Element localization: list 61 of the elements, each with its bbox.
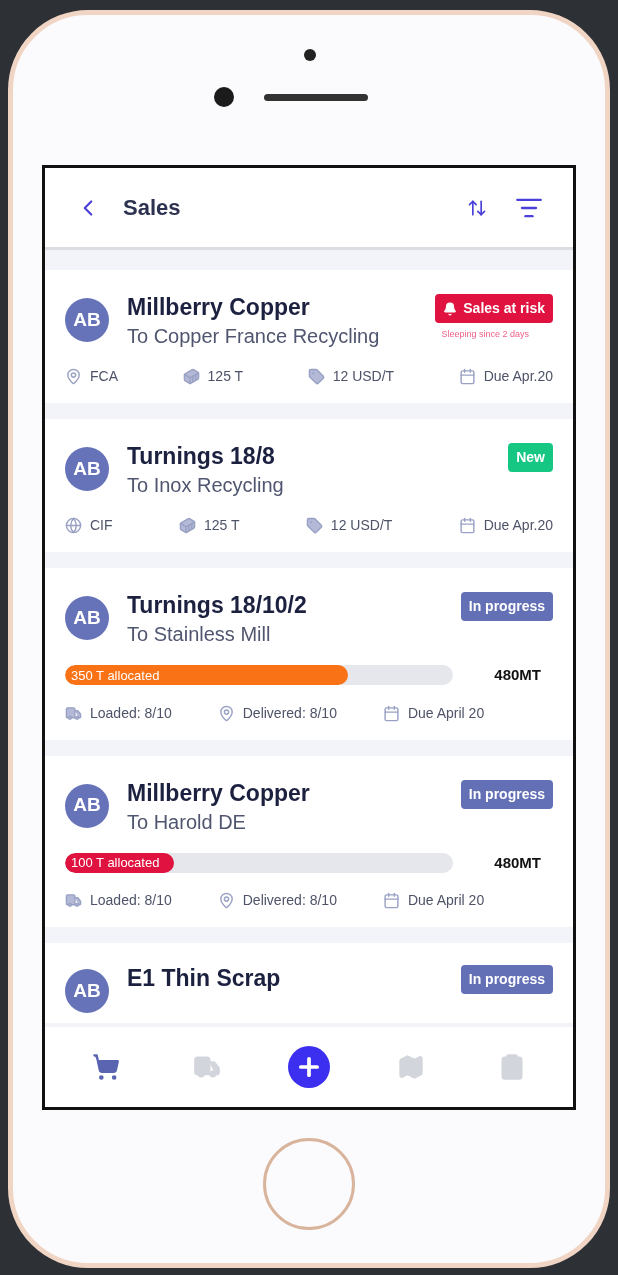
status-badge: In progress bbox=[460, 779, 553, 809]
meta-text: Due April 20 bbox=[407, 703, 485, 723]
sale-card[interactable]: AB E1 Thin Scrap In progress bbox=[45, 943, 573, 1023]
card-title: Millberry Copper bbox=[127, 778, 311, 808]
pin-icon bbox=[65, 368, 82, 385]
calendar-icon bbox=[382, 892, 400, 909]
calendar-icon bbox=[458, 368, 476, 385]
meta-text: 125 T bbox=[207, 367, 244, 386]
total-amount: 480MT bbox=[493, 665, 542, 685]
card-subtitle: To Stainless Mill bbox=[127, 622, 272, 647]
meta-text: 12 USD/T bbox=[330, 516, 393, 535]
card-title: Turnings 18/10/2 bbox=[127, 591, 308, 620]
meta-text: CIF bbox=[90, 516, 113, 535]
avatar: AB bbox=[65, 298, 109, 342]
meta-text: 125 T bbox=[203, 516, 240, 535]
page-title: Sales bbox=[123, 194, 181, 222]
pin-icon bbox=[217, 892, 235, 909]
total-amount: 480MT bbox=[493, 852, 542, 873]
calendar-icon bbox=[458, 517, 476, 534]
tag-icon bbox=[307, 368, 325, 385]
avatar: AB bbox=[65, 447, 109, 491]
truck-icon bbox=[65, 704, 82, 722]
meta-text: Delivered: 8/10 bbox=[242, 703, 337, 723]
globe-icon bbox=[65, 517, 82, 534]
avatar: AB bbox=[65, 596, 109, 640]
container-icon bbox=[178, 517, 196, 534]
avatar: AB bbox=[65, 969, 109, 1013]
card-subtitle: To Harold DE bbox=[127, 809, 247, 835]
container-icon bbox=[182, 368, 200, 385]
sale-card[interactable]: AB Turnings 18/10/2 To Stainless Mill In progress 350 T allocated 480MT Loaded: 8/10 Delivered: 8/10 Due April 20 bbox=[45, 568, 573, 740]
card-subtitle: To Copper France Recycling bbox=[127, 324, 381, 349]
meta-text: Loaded: 8/10 bbox=[90, 891, 172, 910]
pin-icon bbox=[217, 704, 235, 722]
meta-text: Due Apr.20 bbox=[483, 367, 553, 386]
tag-icon bbox=[305, 517, 323, 534]
sale-card[interactable]: AB Millberry Copper To Harold DE In progress 100 T allocated 480MT Loaded: 8/10 Delivered: 8/10 Due April 20 bbox=[45, 755, 573, 927]
card-subtitle: To Inox Recycling bbox=[127, 473, 285, 498]
bell-icon bbox=[443, 301, 458, 316]
card-title: Millberry Copper bbox=[127, 293, 311, 322]
status-note: Sleeping since 2 days bbox=[441, 328, 529, 341]
add-button[interactable] bbox=[288, 1046, 330, 1088]
calendar-icon bbox=[382, 704, 400, 722]
sale-card[interactable]: AB Millberry Copper To Copper France Recycling Sales at risk Sleeping since 2 days FCA 125 T 12 USD/T Due Apr.20 bbox=[45, 270, 573, 403]
status-badge: Sales at risk bbox=[435, 294, 553, 323]
card-title: E1 Thin Scrap bbox=[127, 964, 282, 993]
sale-card[interactable]: AB Turnings 18/8 To Inox Recycling New CIF 125 T 12 USD/T Due Apr.20 bbox=[45, 419, 573, 552]
meta-text: 12 USD/T bbox=[332, 367, 395, 386]
meta-text: Loaded: 8/10 bbox=[90, 703, 172, 723]
meta-text: FCA bbox=[90, 367, 118, 386]
meta-text: Due April 20 bbox=[407, 891, 485, 910]
status-badge: In progress bbox=[460, 965, 553, 994]
status-badge: New bbox=[508, 443, 553, 472]
avatar: AB bbox=[65, 783, 109, 828]
meta-text: Delivered: 8/10 bbox=[242, 891, 337, 910]
card-title: Turnings 18/8 bbox=[127, 442, 276, 471]
progress-fill: 350 T allocated bbox=[65, 665, 349, 686]
camera-lens bbox=[214, 87, 234, 107]
meta-text: Due Apr.20 bbox=[483, 516, 553, 535]
truck-icon bbox=[65, 892, 82, 909]
progress-fill: 100 T allocated bbox=[65, 852, 174, 873]
status-badge: In progress bbox=[460, 592, 553, 621]
